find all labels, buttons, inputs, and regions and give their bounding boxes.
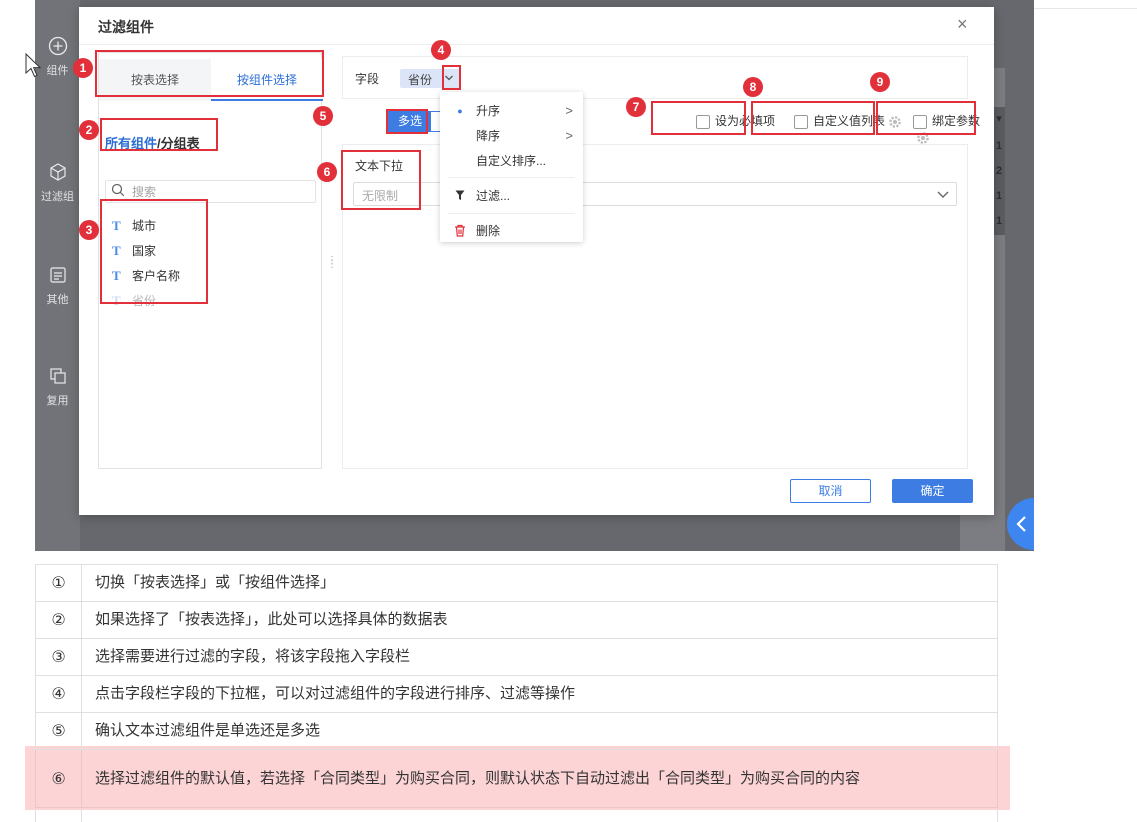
table-row: ② 如果选择了「按表选择」，此处可以选择具体的数据表: [35, 601, 998, 639]
menu-item-ascending[interactable]: ● 升序 >: [440, 100, 583, 122]
background-sort-icon: ▾: [996, 113, 1002, 125]
filter-component-dialog: 过滤组件 × 按表选择 按组件选择 所有组件/分组表 T城市 T国家 T客户名称…: [79, 7, 994, 515]
menu-item-label: 降序: [476, 129, 501, 143]
menu-divider: [448, 177, 575, 178]
chevron-left-icon: [1016, 516, 1026, 532]
field-bar-label: 字段: [355, 72, 380, 86]
callout-badge-1: 1: [73, 58, 93, 78]
menu-divider: [448, 213, 575, 214]
callout-box-2: [100, 118, 218, 151]
table-row: ⑤ 确认文本过滤组件是单选还是多选: [35, 712, 998, 750]
menu-item-label: 升序: [476, 104, 501, 118]
callout-badge-2: 2: [79, 120, 99, 140]
dialog-title: 过滤组件: [98, 19, 154, 35]
default-value-panel: 文本下拉 无限制: [342, 144, 968, 469]
nav-item-filter[interactable]: 过滤组: [35, 162, 80, 204]
menu-item-delete[interactable]: 删除: [440, 220, 583, 242]
row-description: 点击字段栏字段的下拉框，可以对过滤组件的字段进行排序、过滤等操作: [81, 675, 998, 713]
plus-icon: [48, 36, 68, 56]
callout-badge-7: 7: [626, 97, 646, 117]
menu-item-label: 过滤...: [476, 189, 511, 203]
field-chip-label: 省份: [408, 73, 433, 87]
mouse-cursor-icon: [25, 53, 41, 78]
callout-badge-9: 9: [870, 72, 890, 92]
copy-icon: [48, 366, 68, 386]
search-input[interactable]: [132, 183, 312, 200]
callout-box-6: [341, 150, 421, 210]
cube-icon: [48, 162, 68, 182]
nav-item-other[interactable]: 其他: [35, 265, 80, 307]
callout-box-8: [751, 101, 875, 135]
callout-box-7: [651, 101, 746, 135]
page: 组件 过滤组 其他 复用 ▾ 1 2 1 1 过滤组件 × 按表选择 按组件选择…: [0, 0, 1137, 822]
resize-handle[interactable]: ⋮ ⋮: [327, 256, 337, 271]
divider: [1034, 8, 1137, 9]
menu-item-label: 自定义排序...: [476, 154, 547, 168]
background-cell: 2: [995, 165, 1003, 177]
nav-label: 组件: [46, 65, 69, 77]
app-sidebar: 组件 过滤组 其他 复用: [35, 0, 80, 551]
search-icon: [111, 183, 125, 197]
row-description: [81, 807, 998, 822]
callout-description-table: ① 切换「按表选择」或「按组件选择」 ② 如果选择了「按表选择」，此处可以选择具体的…: [35, 564, 998, 822]
table-row-highlighted: ⑥ 选择过滤组件的默认值，若选择「合同类型」为购买合同，则默认状态下自动过滤出「合…: [35, 749, 998, 808]
list-icon: [48, 265, 68, 285]
callout-box-4: [442, 65, 461, 90]
callout-box-5: [386, 109, 428, 134]
row-number: ③: [35, 638, 82, 676]
background-cell: 1: [995, 215, 1003, 227]
row-number: ①: [35, 564, 82, 602]
nav-item-reuse[interactable]: 复用: [35, 366, 80, 408]
cancel-button[interactable]: 取消: [790, 479, 871, 503]
chevron-down-icon: [937, 191, 949, 198]
row-number: [35, 807, 82, 822]
callout-box-9: [876, 101, 976, 135]
nav-label: 过滤组: [41, 191, 74, 203]
row-description: 切换「按表选择」或「按组件选择」: [81, 564, 998, 602]
background-cell: 1: [995, 140, 1003, 152]
row-description: 确认文本过滤组件是单选还是多选: [81, 712, 998, 750]
callout-box-1: [95, 50, 324, 97]
table-row: ③ 选择需要进行过滤的字段，将该字段拖入字段栏: [35, 638, 998, 676]
nav-label: 复用: [46, 395, 69, 407]
row-description: 选择需要进行过滤的字段，将该字段拖入字段栏: [81, 638, 998, 676]
menu-item-label: 删除: [476, 224, 501, 238]
callout-box-3: [100, 199, 208, 304]
menu-item-filter[interactable]: 过滤...: [440, 185, 583, 207]
table-row: [35, 807, 998, 822]
menu-item-descending[interactable]: 降序 >: [440, 125, 583, 147]
callout-badge-4: 4: [431, 40, 451, 60]
table-row: ① 切换「按表选择」或「按组件选择」: [35, 564, 998, 602]
row-number: ②: [35, 601, 82, 639]
callout-badge-8: 8: [743, 77, 763, 97]
row-number: ⑤: [35, 712, 82, 750]
row-number: ④: [35, 675, 82, 713]
product-screenshot: 组件 过滤组 其他 复用 ▾ 1 2 1 1 过滤组件 × 按表选择 按组件选择…: [35, 0, 1034, 551]
trash-icon: [454, 220, 466, 244]
table-row: ④ 点击字段栏字段的下拉框，可以对过滤组件的字段进行排序、过滤等操作: [35, 675, 998, 713]
nav-label: 其他: [46, 294, 69, 306]
chevron-right-icon: >: [565, 128, 573, 143]
row-description: 选择过滤组件的默认值，若选择「合同类型」为购买合同，则默认状态下自动过滤出「合同…: [81, 749, 998, 808]
callout-badge-3: 3: [79, 220, 99, 240]
close-icon[interactable]: ×: [957, 15, 968, 33]
callout-badge-6: 6: [317, 162, 337, 182]
menu-item-custom-sort[interactable]: 自定义排序...: [440, 150, 583, 172]
filter-icon: [454, 185, 466, 208]
ok-button[interactable]: 确定: [892, 479, 973, 503]
field-context-menu: ● 升序 > 降序 > 自定义排序... 过滤... 删除: [440, 92, 583, 242]
row-description: 如果选择了「按表选择」，此处可以选择具体的数据表: [81, 601, 998, 639]
divider: [79, 44, 994, 45]
callout-badge-5: 5: [313, 106, 333, 126]
background-cell: 1: [995, 190, 1003, 202]
selected-dot-icon: ●: [457, 106, 463, 116]
chevron-right-icon: >: [565, 103, 573, 118]
row-number: ⑥: [35, 749, 82, 808]
